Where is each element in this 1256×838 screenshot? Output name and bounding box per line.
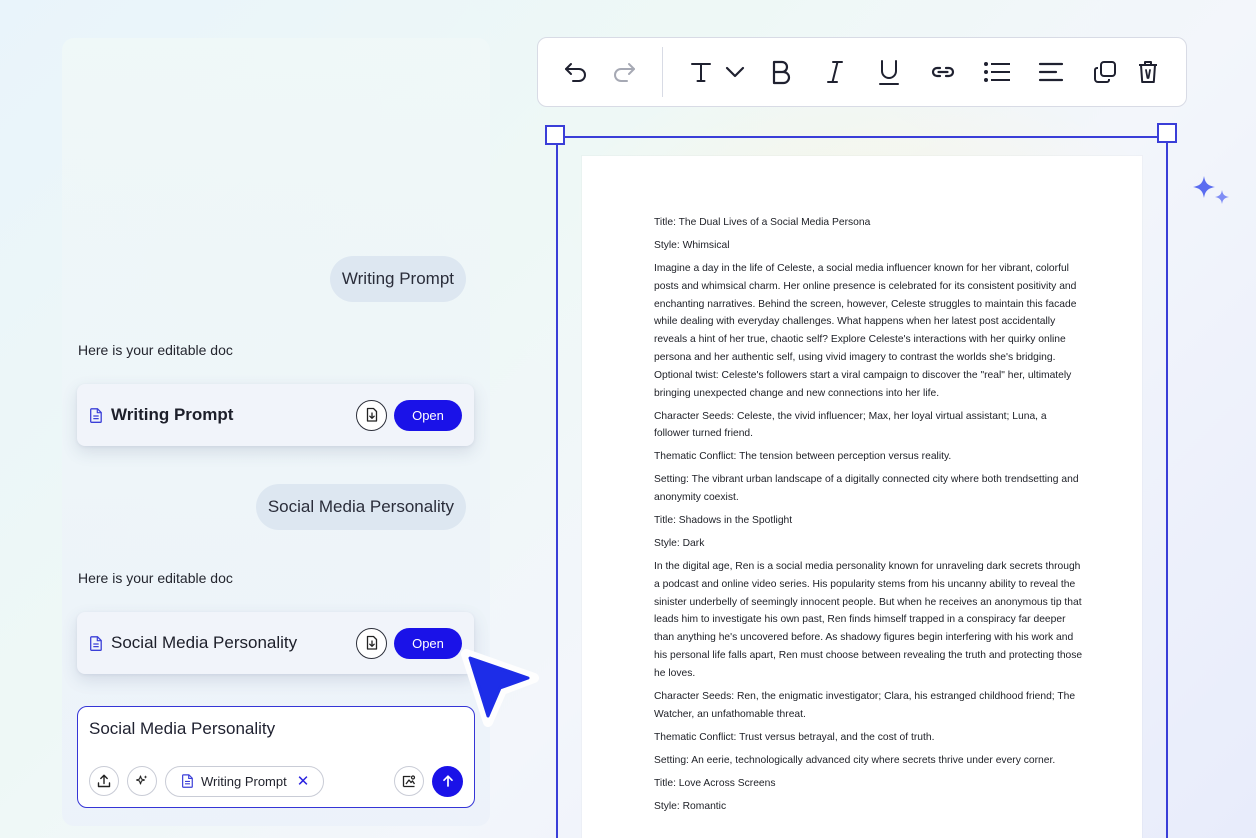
undo-icon	[565, 63, 586, 82]
upload-icon	[97, 774, 111, 788]
open-doc-button[interactable]: Open	[394, 399, 462, 431]
doc-paragraph[interactable]: Thematic Conflict: Trust versus betrayal…	[654, 729, 1084, 747]
doc-paragraph[interactable]: Style: Whimsical	[654, 237, 1084, 255]
sparkle-icon	[1193, 176, 1229, 204]
align-left-icon	[1038, 62, 1064, 82]
undo-button[interactable]	[560, 56, 592, 88]
send-button[interactable]	[432, 765, 463, 797]
image-style-button[interactable]	[394, 766, 424, 796]
remove-attachment-icon[interactable]: ✕	[297, 772, 310, 790]
link-button[interactable]	[927, 56, 959, 88]
document-page[interactable]: Title: The Dual Lives of a Social Media …	[582, 156, 1142, 838]
attachment-chip[interactable]: Writing Prompt ✕	[165, 765, 325, 797]
underline-icon	[879, 60, 899, 85]
link-icon	[931, 66, 955, 78]
doc-paragraph[interactable]: Title: Shadows in the Spotlight	[654, 512, 1084, 530]
resize-handle-top-left[interactable]	[545, 125, 565, 145]
align-left-button[interactable]	[1035, 56, 1067, 88]
italic-button[interactable]	[819, 56, 851, 88]
text-style-icon	[691, 63, 711, 82]
download-icon	[366, 407, 377, 422]
toolbar-separator	[662, 47, 663, 97]
user-message-bubble: Social Media Personality	[255, 484, 466, 530]
assistant-reply-text: Here is your editable doc	[78, 570, 233, 586]
doc-paragraph[interactable]: Style: Dark	[654, 535, 1084, 553]
doc-paragraph[interactable]: Title: The Dual Lives of a Social Media …	[654, 214, 1084, 232]
input-toolbar: Writing Prompt ✕	[89, 765, 463, 797]
bullet-list-icon	[984, 62, 1010, 82]
bold-button[interactable]	[765, 56, 797, 88]
open-doc-button[interactable]: Open	[394, 627, 462, 659]
redo-icon	[614, 63, 635, 82]
delete-icon	[1139, 61, 1157, 83]
attachment-chip-label: Writing Prompt	[201, 773, 287, 789]
delete-button[interactable]	[1132, 56, 1164, 88]
download-icon	[366, 635, 377, 650]
chat-input-box[interactable]: Writing Prompt ✕	[77, 706, 475, 808]
download-doc-button[interactable]	[356, 399, 387, 431]
resize-handle-top-right[interactable]	[1157, 123, 1177, 143]
assistant-reply-text: Here is your editable doc	[78, 342, 233, 358]
doc-card[interactable]: Writing Prompt Open	[77, 384, 474, 446]
underline-button[interactable]	[873, 56, 905, 88]
document-icon	[180, 773, 194, 789]
doc-paragraph[interactable]: Character Seeds: Celeste, the vivid infl…	[654, 408, 1084, 444]
document-body[interactable]: Title: The Dual Lives of a Social Media …	[654, 214, 1084, 821]
redo-button[interactable]	[608, 56, 640, 88]
doc-paragraph[interactable]: Setting: An eerie, technologically advan…	[654, 752, 1084, 770]
italic-icon	[827, 61, 843, 83]
editor-toolbar	[537, 37, 1187, 107]
bullet-list-button[interactable]	[981, 56, 1013, 88]
download-doc-button[interactable]	[356, 627, 387, 659]
chat-input[interactable]	[89, 719, 459, 739]
doc-paragraph[interactable]: Character Seeds: Ren, the enigmatic inve…	[654, 688, 1084, 724]
text-style-dropdown[interactable]	[719, 56, 751, 88]
doc-paragraph[interactable]: Style: Romantic	[654, 798, 1084, 816]
text-style-button[interactable]	[685, 56, 717, 88]
doc-paragraph[interactable]: Thematic Conflict: The tension between p…	[654, 448, 1084, 466]
bold-icon	[772, 60, 791, 85]
chat-panel: Writing Prompt Here is your editable doc…	[62, 38, 490, 826]
user-message-bubble: Writing Prompt	[329, 256, 466, 302]
sparkle-icon	[135, 775, 148, 785]
doc-card[interactable]: Social Media Personality Open	[77, 612, 474, 674]
ai-magic-button[interactable]	[127, 766, 157, 796]
user-message-text: Writing Prompt	[341, 269, 454, 288]
chevron-down-icon	[725, 66, 745, 78]
doc-title: Social Media Personality	[111, 633, 298, 652]
upload-button[interactable]	[89, 766, 119, 796]
duplicate-button[interactable]	[1089, 56, 1121, 88]
arrow-up-icon	[442, 775, 453, 787]
doc-paragraph[interactable]: In the digital age, Ren is a social medi…	[654, 558, 1084, 683]
pointer-cursor-icon	[461, 649, 539, 727]
document-icon	[89, 635, 103, 651]
duplicate-icon	[1094, 61, 1116, 83]
doc-paragraph[interactable]: Title: Love Across Screens	[654, 775, 1084, 793]
doc-title: Writing Prompt	[111, 405, 234, 424]
doc-paragraph[interactable]: Setting: The vibrant urban landscape of …	[654, 471, 1084, 507]
doc-paragraph[interactable]: Imagine a day in the life of Celeste, a …	[654, 260, 1084, 402]
document-icon	[89, 407, 103, 423]
image-style-icon	[402, 775, 416, 788]
user-message-text: Social Media Personality	[267, 497, 454, 516]
